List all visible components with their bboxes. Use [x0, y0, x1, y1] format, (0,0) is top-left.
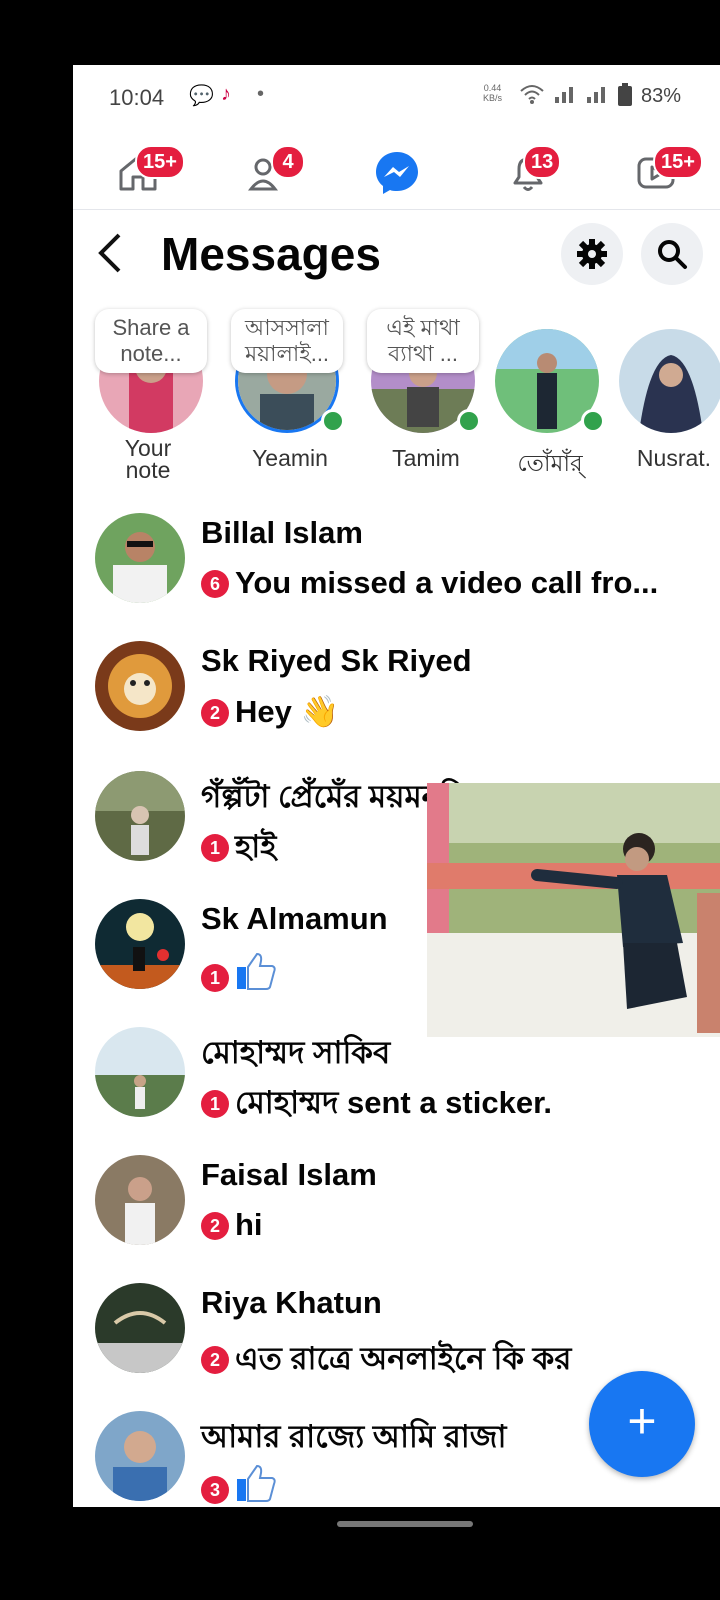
avatar — [95, 513, 185, 603]
story-name: Your note — [124, 435, 172, 483]
battery-icon — [617, 83, 633, 113]
page-title: Messages — [161, 228, 381, 280]
story-yeamin[interactable]: আসসালা ময়ালাই... Yeamin — [225, 305, 345, 485]
notifications-badge: 13 — [523, 145, 562, 179]
home-tab[interactable]: 15+ — [107, 141, 185, 197]
unread-count: 3 — [201, 1476, 229, 1504]
unread-count: 1 — [201, 964, 229, 992]
avatar — [95, 1283, 185, 1373]
unread-count: 2 — [201, 699, 229, 727]
like-thumb-icon — [235, 951, 277, 999]
note-bubble: Share a note... — [95, 309, 207, 373]
note-bubble: আসসালা ময়ালাই... — [231, 309, 343, 373]
chat-row[interactable]: মোহাম্মদ সাকিব 1 মোহাম্মদ sent a sticker. — [73, 1019, 720, 1147]
unread-count: 2 — [201, 1346, 229, 1374]
gear-icon — [577, 239, 607, 269]
new-message-button[interactable]: + — [589, 1371, 695, 1477]
last-message: 6 You missed a video call fro... — [201, 565, 658, 601]
battery-percent: 83% — [641, 85, 682, 107]
floating-video-overlay[interactable] — [427, 783, 720, 1037]
friends-badge: 4 — [271, 145, 305, 179]
contact-name: Sk Riyed Sk Riyed — [201, 643, 472, 678]
search-button[interactable] — [641, 223, 703, 285]
last-message: 2 hi — [201, 1207, 263, 1243]
signal-icon-2 — [583, 83, 611, 111]
story-name: Nusrat. — [636, 445, 712, 471]
search-icon — [658, 240, 687, 269]
online-indicator — [457, 409, 481, 433]
story-tomar[interactable]: তোঁমাঁর্ — [485, 305, 605, 485]
avatar — [95, 1411, 185, 1501]
avatar — [95, 1155, 185, 1245]
unread-count: 6 — [201, 570, 229, 598]
chat-notification-icon: 💬 — [189, 85, 214, 107]
chat-row[interactable]: Billal Islam 6 You missed a video call fr… — [73, 505, 720, 633]
notes-row: Share a note... Your note আসসালা ময়ালাই… — [73, 305, 720, 485]
avatar — [95, 1027, 185, 1117]
last-message: 1 — [201, 951, 277, 999]
video-badge: 15+ — [653, 145, 703, 179]
avatar — [95, 641, 185, 731]
dot-icon: • — [257, 83, 265, 105]
home-indicator[interactable] — [337, 1521, 473, 1527]
tiktok-icon: ♪ — [221, 83, 231, 105]
last-message: 2 এত রাত্রে অনলাইনে কি কর — [201, 1335, 571, 1387]
story-name: Tamim — [392, 445, 460, 471]
avatar — [95, 771, 185, 861]
contact-name: আমার রাজ্যে আমি রাজা — [201, 1419, 507, 1454]
story-tamim[interactable]: এই মাথা ব্যাথা ... Tamim — [361, 305, 481, 485]
note-bubble: এই মাথা ব্যাথা ... — [367, 309, 479, 373]
story-name: Yeamin — [252, 445, 328, 471]
contact-name: Riya Khatun — [201, 1285, 382, 1320]
messenger-tab[interactable] — [365, 141, 425, 197]
status-time: 10:04 — [109, 85, 165, 110]
story-your-note[interactable]: Share a note... Your note — [89, 305, 209, 485]
online-indicator — [581, 409, 605, 433]
settings-button[interactable] — [561, 223, 623, 285]
online-indicator — [321, 409, 345, 433]
status-bar: 10:04 💬 ♪ • 0.44 KB/s 83% — [73, 65, 720, 129]
last-message: 1 হাই — [201, 823, 276, 875]
contact-name: Sk Almamun — [201, 901, 388, 936]
last-message: 3 — [201, 1463, 277, 1507]
messenger-screen: 10:04 💬 ♪ • 0.44 KB/s 83% 15+ 4 13 15+ M… — [73, 65, 720, 1507]
wifi-icon — [519, 83, 545, 111]
friends-tab[interactable]: 4 — [239, 141, 305, 197]
top-nav: 15+ 4 13 15+ — [73, 129, 720, 210]
story-nusrat[interactable]: Nusrat. — [609, 305, 720, 485]
back-button[interactable] — [95, 231, 125, 285]
like-thumb-icon — [235, 1463, 277, 1507]
home-badge: 15+ — [135, 145, 185, 179]
last-message: 1 মোহাম্মদ sent a sticker. — [201, 1079, 552, 1131]
messages-header: Messages — [73, 215, 720, 297]
signal-icon-1 — [551, 83, 579, 111]
last-message: 2 Hey 👋 — [201, 693, 339, 730]
messenger-icon — [376, 152, 418, 194]
story-name: তোঁমাঁর্ — [517, 450, 583, 476]
contact-name: Faisal Islam — [201, 1157, 377, 1192]
unread-count: 2 — [201, 1212, 229, 1240]
chat-row[interactable]: Faisal Islam 2 hi — [73, 1147, 720, 1275]
contact-name: Billal Islam — [201, 515, 363, 550]
chat-row[interactable]: Sk Riyed Sk Riyed 2 Hey 👋 — [73, 633, 720, 761]
network-speed: 0.44 KB/s — [483, 83, 503, 103]
notifications-tab[interactable]: 13 — [497, 141, 562, 197]
video-tab[interactable]: 15+ — [625, 141, 703, 197]
contact-name: মোহাম্মদ সাকিব — [201, 1035, 391, 1070]
unread-count: 1 — [201, 834, 229, 862]
chevron-left-icon — [98, 233, 121, 273]
avatar — [95, 899, 185, 989]
avatar — [619, 329, 720, 433]
unread-count: 1 — [201, 1090, 229, 1118]
